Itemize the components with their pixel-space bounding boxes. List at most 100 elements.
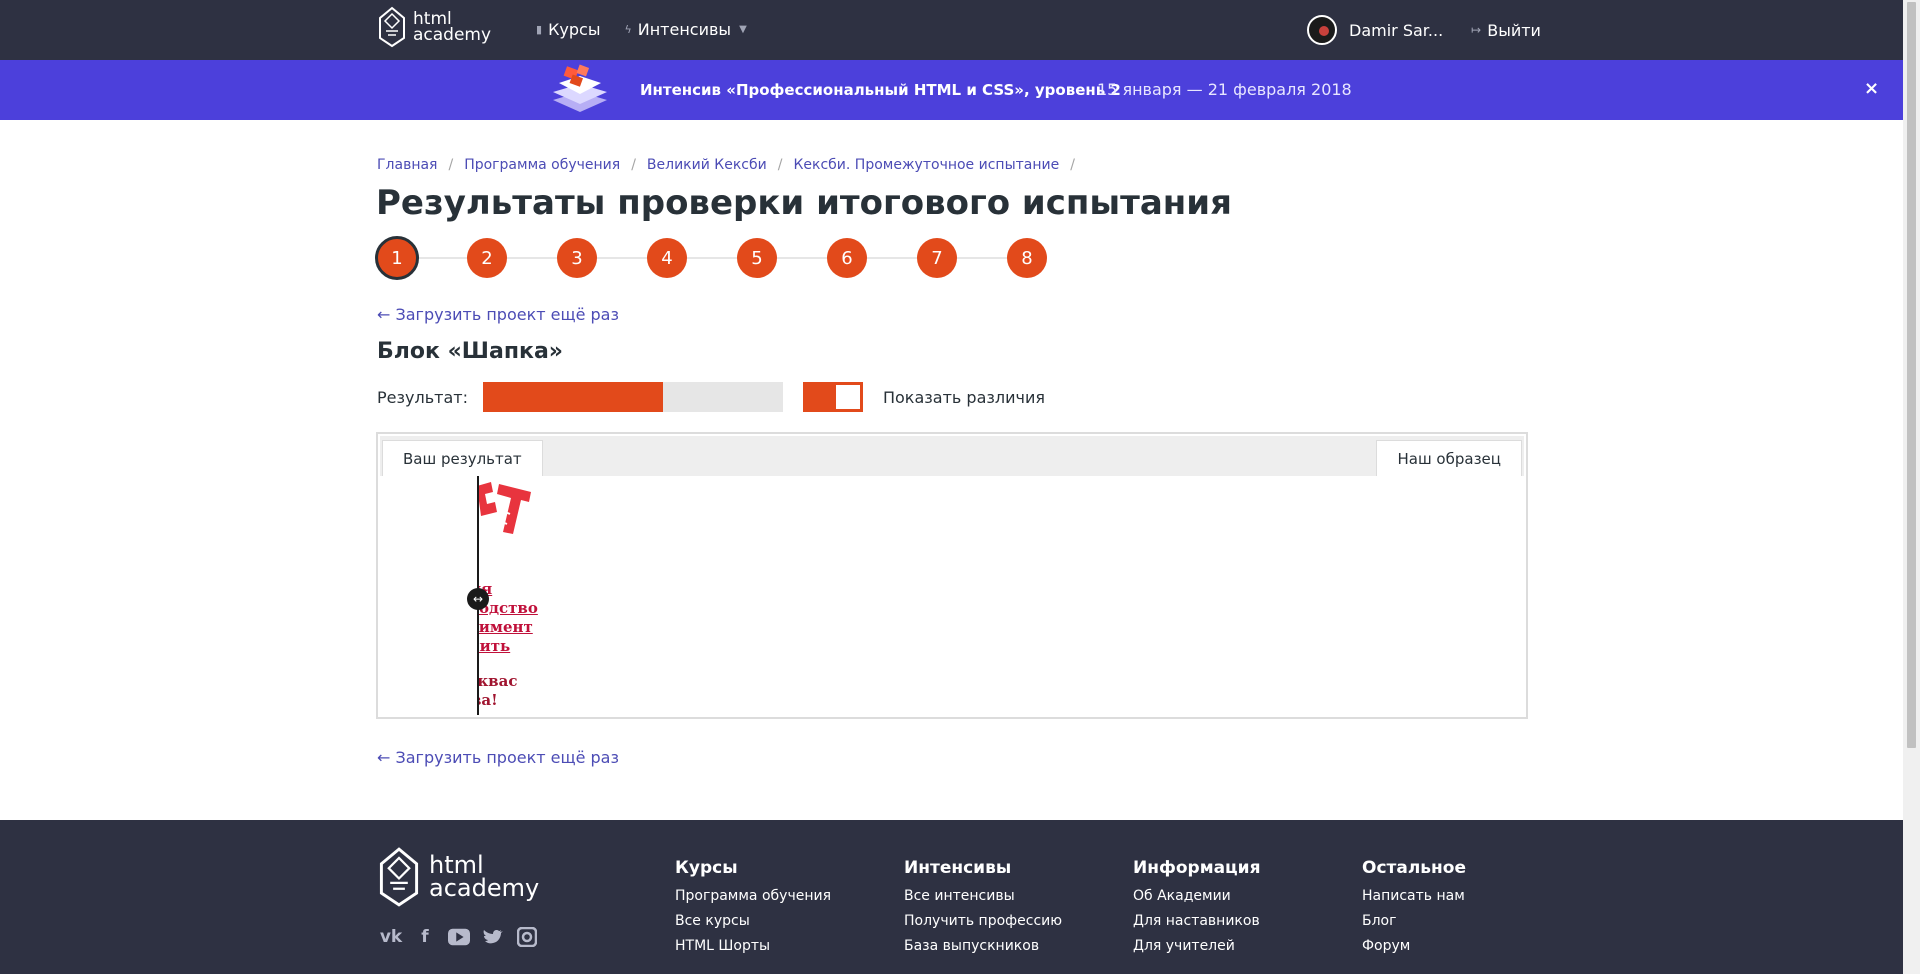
vk-icon[interactable]: vk (380, 926, 402, 948)
result-label: Результат: (377, 387, 468, 407)
promo-banner[interactable]: Интенсив «Профессиональный HTML и CSS», … (0, 60, 1903, 120)
result-row: Результат: Показать различия (377, 382, 1045, 412)
logout-icon: ↦ (1471, 23, 1482, 37)
breadcrumb-test[interactable]: Кексби. Промежуточное испытание (793, 157, 1059, 173)
sample-promo-line: ова! (477, 691, 498, 709)
footer-link[interactable]: Об Академии (1133, 888, 1260, 904)
footer-column-courses: Курсы Программа обучения Все курсы HTML … (675, 858, 831, 963)
footer-link[interactable]: База выпускников (904, 938, 1062, 954)
breadcrumb-separator: / (448, 157, 454, 173)
step-2[interactable]: 2 (467, 238, 507, 278)
step-3[interactable]: 3 (557, 238, 597, 278)
step-5[interactable]: 5 (737, 238, 777, 278)
step-progress: 1 2 3 4 5 6 7 8 (375, 236, 1050, 280)
top-navbar: html academy ▮ Курсы ϟ Интенсивы ▼ Damir… (0, 0, 1903, 60)
footer-column-info: Информация Об Академии Для наставников Д… (1133, 858, 1260, 963)
footer-link[interactable]: Написать нам (1362, 888, 1466, 904)
layers-illustration-icon (553, 64, 607, 112)
comparison-tabs: Ваш результат Наш образец (380, 436, 1524, 476)
sample-nav-item: упить (477, 637, 511, 655)
footer-column-title: Остальное (1362, 858, 1467, 878)
main-nav: ▮ Курсы ϟ Интенсивы ▼ (536, 20, 747, 39)
footer-column-title: Информация (1133, 858, 1261, 878)
chevron-down-icon: ▼ (739, 24, 747, 35)
footer-link[interactable]: Программа обучения (675, 888, 831, 904)
footer-logo-line-2: academy (429, 874, 540, 902)
breadcrumb-program[interactable]: Программа обучения (464, 157, 620, 173)
breadcrumb-separator: / (777, 157, 783, 173)
logo-line-2: academy (413, 25, 492, 45)
block-title: Блок «Шапка» (377, 339, 564, 364)
social-links: vk f (380, 926, 538, 948)
nav-intensives-label: Интенсивы (637, 20, 732, 39)
user-menu: Damir Sar... ↦ Выйти (1307, 15, 1541, 45)
step-6[interactable]: 6 (827, 238, 867, 278)
footer-link[interactable]: HTML Шорты (675, 938, 831, 954)
youtube-icon[interactable] (448, 926, 470, 948)
nav-courses[interactable]: ▮ Курсы (536, 20, 600, 39)
footer-link[interactable]: Форум (1362, 938, 1466, 954)
step-4[interactable]: 4 (647, 238, 687, 278)
footer-column-title: Интенсивы (904, 858, 1012, 878)
comparison-viewport[interactable]: ния зводство ртимент упить й квас ова! ↔ (380, 476, 1524, 715)
logout-label: Выйти (1487, 20, 1541, 40)
academy-logo-icon (379, 6, 405, 48)
footer-link[interactable]: Все интенсивы (904, 888, 1062, 904)
step-1[interactable]: 1 (375, 236, 419, 280)
nav-intensives[interactable]: ϟ Интенсивы ▼ (624, 20, 746, 39)
site-logo[interactable]: html academy (377, 6, 491, 48)
breadcrumb-separator: / (631, 157, 636, 173)
footer-link[interactable]: Все курсы (675, 913, 831, 929)
sample-nav-list: ния зводство ртимент упить (477, 580, 597, 656)
nav-courses-label: Курсы (548, 20, 601, 39)
page-title: Результаты проверки итогового испытания (376, 183, 1232, 223)
result-progress-fill (482, 382, 663, 412)
reload-project-link-bottom[interactable]: ← Загрузить проект ещё раз (377, 748, 619, 767)
footer-column-intensives: Интенсивы Все интенсивы Получить професс… (904, 858, 1062, 963)
show-diff-label[interactable]: Показать различия (883, 388, 1045, 407)
sample-logo-image (477, 482, 531, 534)
close-icon[interactable]: × (1864, 78, 1879, 99)
drag-handle-icon[interactable]: ↔ (467, 588, 489, 610)
avatar[interactable] (1307, 15, 1337, 45)
scrollbar-thumb[interactable] (1907, 2, 1916, 748)
your-result-preview (380, 476, 477, 715)
facebook-icon[interactable]: f (414, 926, 436, 948)
user-name[interactable]: Damir Sar... (1349, 21, 1443, 40)
sample-promo-text: й квас ова! (477, 672, 597, 710)
sample-nav-item: зводство (477, 599, 538, 617)
footer-link[interactable]: Получить профессию (904, 913, 1062, 929)
promo-title: Интенсив «Профессиональный HTML и CSS», … (640, 81, 1121, 99)
twitter-icon[interactable] (482, 926, 504, 948)
step-8[interactable]: 8 (1007, 238, 1047, 278)
sample-nav-item: ртимент (477, 618, 533, 636)
instagram-icon[interactable] (516, 926, 538, 948)
bar-chart-icon: ▮ (536, 23, 543, 36)
site-footer: html academy vk f Курсы Программа обучен… (0, 820, 1903, 974)
footer-logo[interactable]: html academy (377, 844, 539, 910)
breadcrumb: Главная / Программа обучения / Великий К… (377, 157, 1086, 173)
footer-link[interactable]: Для учителей (1133, 938, 1260, 954)
breadcrumb-separator: / (1070, 157, 1075, 173)
step-7[interactable]: 7 (917, 238, 957, 278)
breadcrumb-home[interactable]: Главная (377, 157, 437, 173)
tab-your-result[interactable]: Ваш результат (382, 440, 543, 476)
show-diff-toggle[interactable] (802, 382, 863, 412)
comparison-panel: Ваш результат Наш образец ния зводство р… (376, 432, 1528, 719)
footer-column-other: Остальное Написать нам Блог Форум (1362, 858, 1466, 963)
footer-column-title: Курсы (675, 858, 738, 878)
sample-promo-line: й квас (477, 672, 518, 690)
promo-dates: 15 января — 21 февраля 2018 (1097, 80, 1352, 99)
page-scrollbar[interactable] (1903, 0, 1920, 974)
tab-our-sample[interactable]: Наш образец (1376, 440, 1522, 476)
breadcrumb-course[interactable]: Великий Кексби (647, 157, 767, 173)
lightning-icon: ϟ (624, 23, 632, 36)
toggle-knob (835, 385, 860, 409)
academy-logo-icon (379, 847, 419, 907)
footer-link[interactable]: Блог (1362, 913, 1466, 929)
logout-button[interactable]: ↦ Выйти (1471, 21, 1541, 40)
reload-project-link[interactable]: ← Загрузить проект ещё раз (377, 305, 619, 324)
footer-link[interactable]: Для наставников (1133, 913, 1260, 929)
sample-nav-item: ния (477, 580, 493, 598)
result-progress-bar (482, 382, 783, 412)
